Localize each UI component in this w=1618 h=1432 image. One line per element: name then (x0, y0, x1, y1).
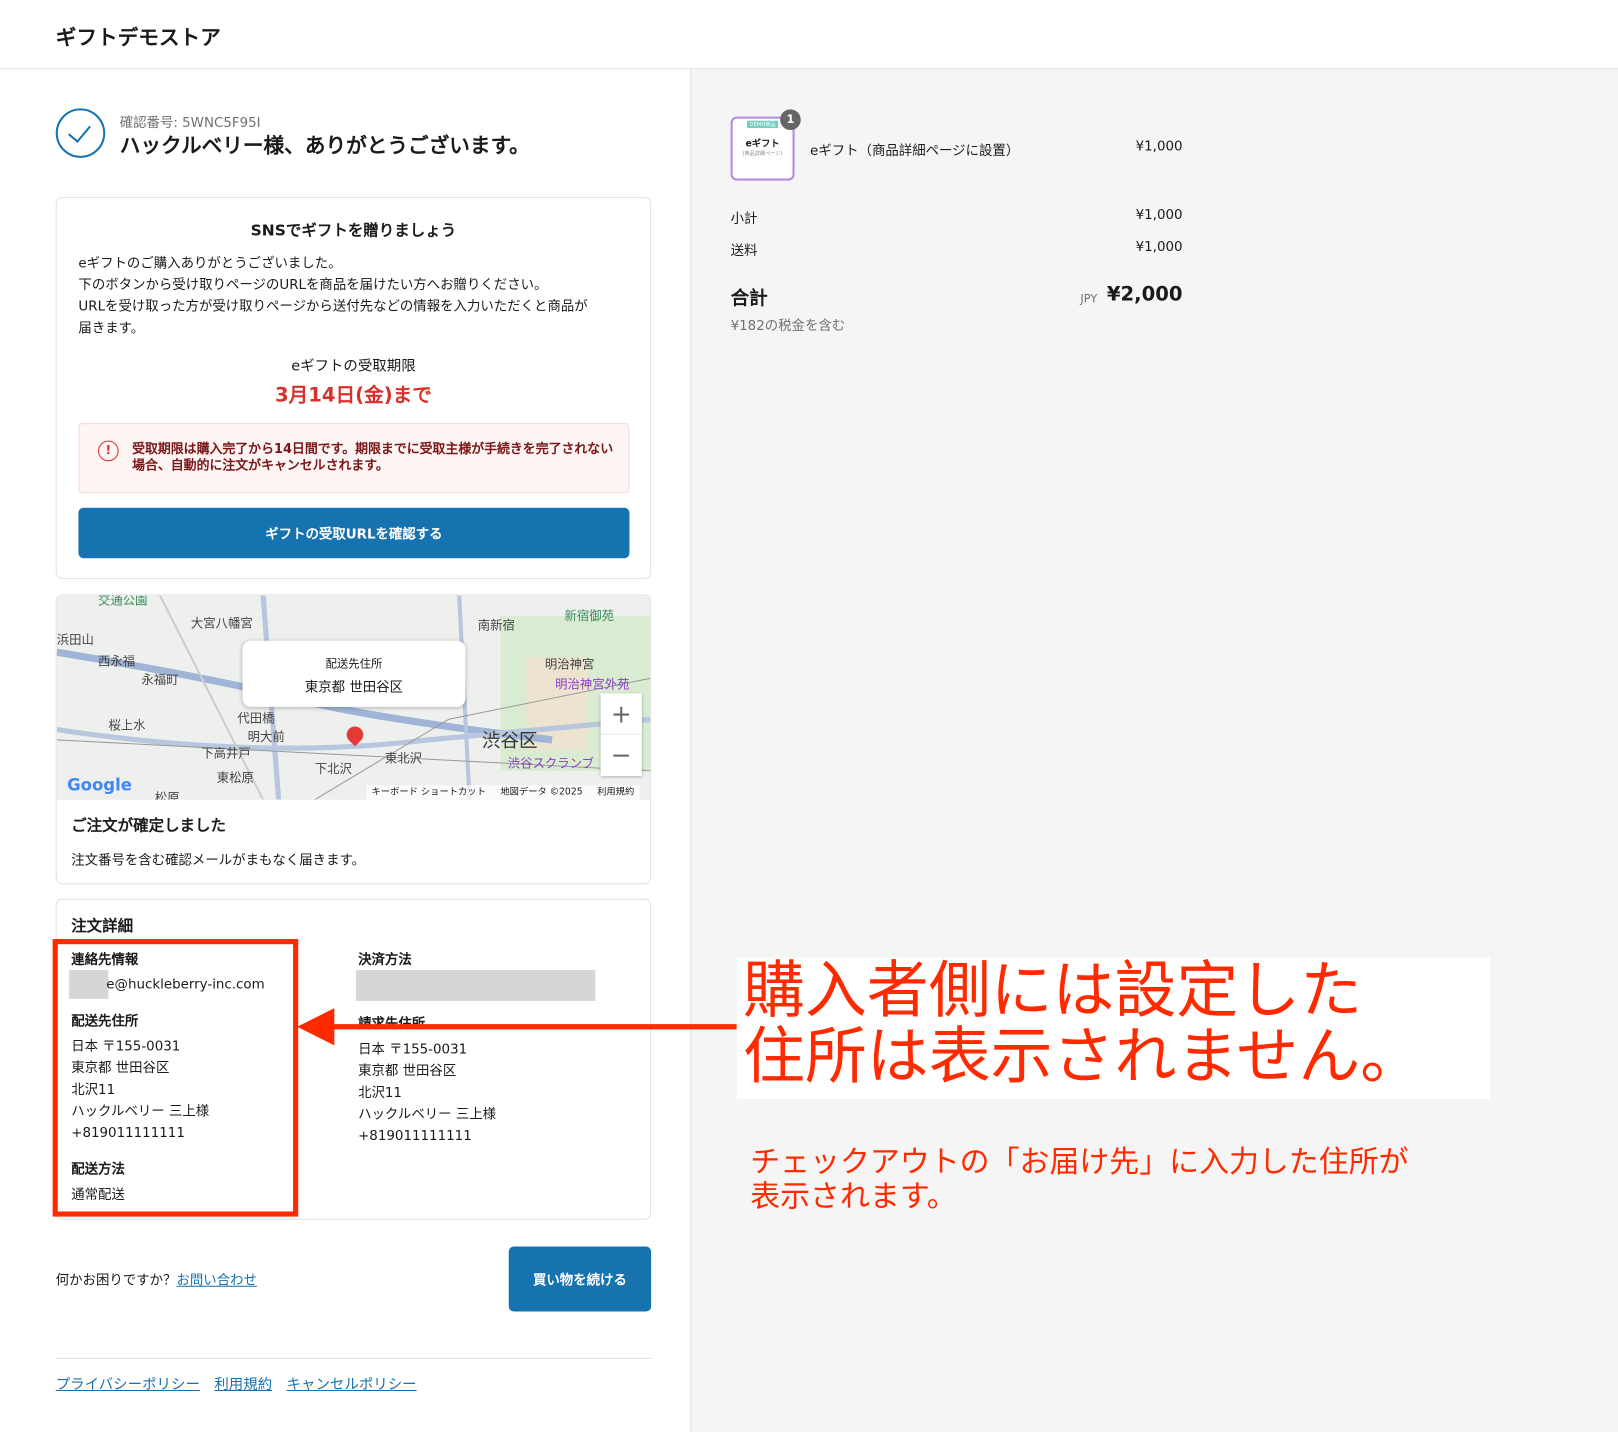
keyboard-shortcuts-link[interactable]: キーボード ショートカット (371, 785, 485, 799)
contact-link[interactable]: お問い合わせ (176, 1273, 257, 1288)
tax-note: ¥182の税金を含む (730, 318, 846, 335)
item-price: ¥1,000 (1135, 139, 1183, 155)
warning-text: 受取期限は購入完了から14日間です。期限までに受取主様が手続きを完了されない場合… (132, 440, 614, 473)
map-label: 浜田山 (56, 632, 94, 648)
order-confirmed-text: 注文番号を含む確認メールがまもなく届きます。 (71, 853, 365, 869)
subtotal-label: 小計 (730, 211, 758, 228)
help-text: 何かお困りですか？お問い合わせ (55, 1269, 257, 1289)
thumb-tag: DEMO商品 (747, 120, 779, 128)
alert-icon: ! (98, 440, 119, 462)
map-label: 東松原 (216, 770, 254, 786)
gift-line: eギフトのご購入ありがとうございました。 (78, 255, 342, 272)
map-label: 渋谷スクランブ (507, 756, 595, 771)
thumb-subtitle: (商品詳細ページ) (742, 150, 783, 157)
store-name[interactable]: ギフトデモストア (56, 21, 221, 51)
cancel-policy-link[interactable]: キャンセルポリシー (287, 1373, 417, 1394)
address-line: ハックルベリー 三上様 (358, 1107, 497, 1123)
thumb-title: eギフト (745, 139, 780, 150)
popup-address: 東京都 世田谷区 (304, 680, 404, 696)
address-line: 北沢11 (358, 1085, 402, 1102)
item-name: eギフト（商品詳細ページに設置） (810, 143, 1020, 159)
map-label: 東北沢 (384, 751, 423, 766)
map-label: 明治神宮 (544, 657, 595, 672)
map-label: 明大前 (247, 729, 285, 744)
currency: JPY (1080, 292, 1098, 306)
continue-shopping-button[interactable]: 買い物を続ける (508, 1246, 652, 1312)
billing-address: 日本 〒155-0031 東京都 世田谷区 北沢11 ハックルベリー 三上様 +… (358, 1039, 496, 1147)
order-details-title: 注文詳細 (71, 916, 134, 935)
deadline-label: eギフトの受取期限 (291, 358, 416, 375)
map-popup: 配送先住所 東京都 世田谷区 (242, 640, 466, 707)
map-label: 桜上水 (108, 718, 146, 733)
map[interactable]: 大宮八幡宮 西永福 永福町 桜上水 代田橋 明大前 下高井戸 東松原 下北沢 東… (56, 595, 651, 800)
thanks-heading: ハックルベリー様、ありがとうございます。 (119, 133, 530, 158)
gift-line: URLを受け取った方が受け取りページから送付先などの情報を入力いただくと商品が (78, 299, 588, 315)
total-label: 合計 (730, 287, 768, 310)
map-zoom-controls: + − (600, 693, 642, 776)
gift-card: SNSでギフトを贈りましょう eギフトのご購入ありがとうございました。 下のボタ… (55, 197, 652, 579)
order-confirmed-title: ご注文が確定しました (71, 816, 227, 835)
popup-title: 配送先住所 (325, 657, 383, 671)
annotation-sub: チェックアウトの「お届け先」に入力した住所が 表示されます。 (750, 1145, 1408, 1213)
zoom-in-button[interactable]: + (600, 693, 642, 735)
terms-link[interactable]: 利用規約 (214, 1373, 272, 1394)
address-line: +819011111111 (358, 1128, 472, 1145)
total: ¥2,000 (1106, 282, 1183, 306)
footer-divider (55, 1357, 652, 1360)
map-label: 渋谷区 (481, 730, 538, 753)
map-label: 明治神宮外苑 (555, 676, 630, 692)
gift-line: 届きます。 (78, 320, 145, 337)
shipping-label: 送料 (730, 243, 758, 260)
annotation-line: 購入者側には設定した (742, 954, 1363, 1027)
annotation-line: 表示されます。 (750, 1178, 957, 1214)
view-gift-url-button[interactable]: ギフトの受取URLを確認する (78, 507, 630, 559)
map-attribution: キーボード ショートカット 地図データ ©2025 利用規約 (366, 785, 640, 800)
annotation-main: 購入者側には設定した 住所は表示されません。 (736, 954, 1491, 1099)
check-circle-icon (55, 108, 106, 158)
annotation-arrow-icon (297, 1008, 737, 1046)
map-label: 新宿御苑 (564, 608, 614, 624)
map-data-text: 地図データ ©2025 (500, 787, 583, 798)
map-label: 南新宿 (477, 618, 515, 633)
map-label: 下高井戸 (201, 746, 251, 761)
annotation-line: 住所は表示されません。 (742, 1020, 1423, 1093)
subtotal: ¥1,000 (1135, 207, 1183, 223)
payment-redaction (356, 969, 596, 1001)
zoom-out-button[interactable]: − (601, 735, 642, 776)
deadline-date: 3月14日(金)まで (274, 383, 432, 407)
annotation-line: チェックアウトの「お届け先」に入力した住所が (750, 1144, 1409, 1180)
map-label: 西永福 (98, 654, 136, 669)
gift-line: 下のボタンから受け取りページのURLを商品を届けたい方へお贈りください。 (78, 277, 548, 294)
map-label: 永福町 (141, 672, 179, 688)
map-label: 松原 (154, 790, 180, 800)
gift-title: SNSでギフトを贈りましょう (250, 220, 457, 240)
footer-links: プライバシーポリシー 利用規約 キャンセルポリシー (56, 1373, 417, 1394)
quantity-badge: 1 (780, 109, 801, 131)
order-confirmed-card: 大宮八幡宮 西永福 永福町 桜上水 代田橋 明大前 下高井戸 東松原 下北沢 東… (55, 594, 652, 885)
google-logo: Google (67, 774, 132, 795)
map-terms-link[interactable]: 利用規約 (597, 785, 634, 799)
annotation-highlight-box (52, 939, 299, 1217)
address-line: 東京都 世田谷区 (358, 1063, 457, 1080)
privacy-policy-link[interactable]: プライバシーポリシー (56, 1373, 200, 1394)
order-summary: DEMO商品 eギフト (商品詳細ページ) 1 eギフト（商品詳細ページに設置）… (690, 69, 1618, 1432)
map-label: 交通公園 (98, 595, 148, 608)
map-label: 大宮八幡宮 (190, 616, 253, 631)
map-label: 代田橋 (237, 710, 275, 726)
warning-box: ! 受取期限は購入完了から14日間です。期限までに受取主様が手続きを完了されない… (78, 423, 630, 494)
gift-description: eギフトのご購入ありがとうございました。 下のボタンから受け取りページのURLを… (78, 253, 635, 340)
help-question: 何かお困りですか？ (55, 1273, 177, 1289)
header: ギフトデモストア (0, 0, 1618, 70)
payment-label: 決済方法 (358, 952, 412, 968)
shipping-cost: ¥1,000 (1135, 239, 1183, 255)
map-label: 下北沢 (314, 761, 352, 776)
